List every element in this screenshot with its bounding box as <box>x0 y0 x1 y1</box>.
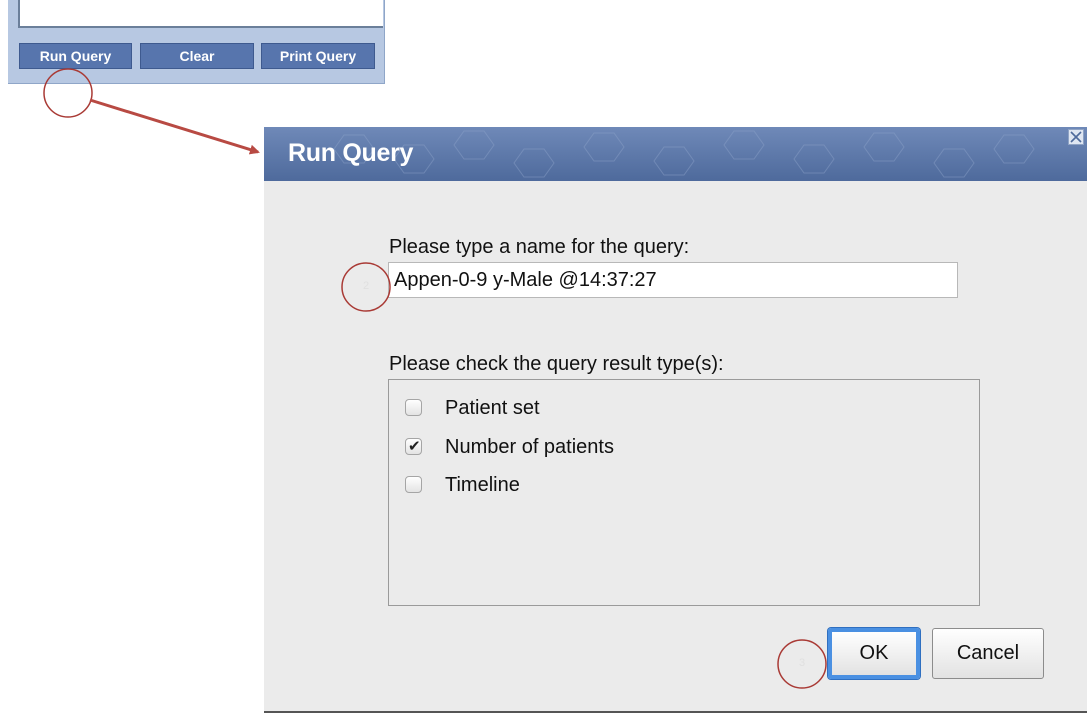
option-label: Patient set <box>445 397 540 419</box>
flow-arrow <box>89 98 260 155</box>
print-query-button[interactable]: Print Query <box>261 43 375 69</box>
query-toolbar <box>8 0 385 84</box>
close-icon[interactable] <box>1068 129 1084 145</box>
run-query-button[interactable]: Run Query <box>19 43 132 69</box>
result-type-list: Patient set ✔ Number of patients Timelin… <box>388 379 980 606</box>
clear-button[interactable]: Clear <box>140 43 254 69</box>
dialog-body: Please type a name for the query: Please… <box>264 181 1087 711</box>
patient-set-checkbox[interactable] <box>405 399 422 416</box>
result-type-label: Please check the query result type(s): <box>389 353 724 375</box>
dialog-title: Run Query <box>288 139 414 167</box>
page: Run Query Clear Print Query Run Query Pl… <box>0 0 1087 713</box>
cancel-button[interactable]: Cancel <box>932 628 1044 679</box>
query-name-input[interactable] <box>388 262 958 298</box>
dialog-titlebar: Run Query <box>264 127 1087 181</box>
number-of-patients-checkbox[interactable]: ✔ <box>405 438 422 455</box>
run-query-dialog: Run Query Please type a name for the que… <box>264 127 1087 713</box>
option-label: Timeline <box>445 474 520 496</box>
query-panel-edge <box>18 0 383 28</box>
step2-number: 2 <box>363 280 370 292</box>
timeline-checkbox[interactable] <box>405 476 422 493</box>
checkmark-icon: ✔ <box>408 437 421 455</box>
step3-number: 3 <box>799 657 806 669</box>
ok-button[interactable]: OK <box>828 628 920 679</box>
query-name-label: Please type a name for the query: <box>389 236 690 258</box>
option-label: Number of patients <box>445 436 614 458</box>
